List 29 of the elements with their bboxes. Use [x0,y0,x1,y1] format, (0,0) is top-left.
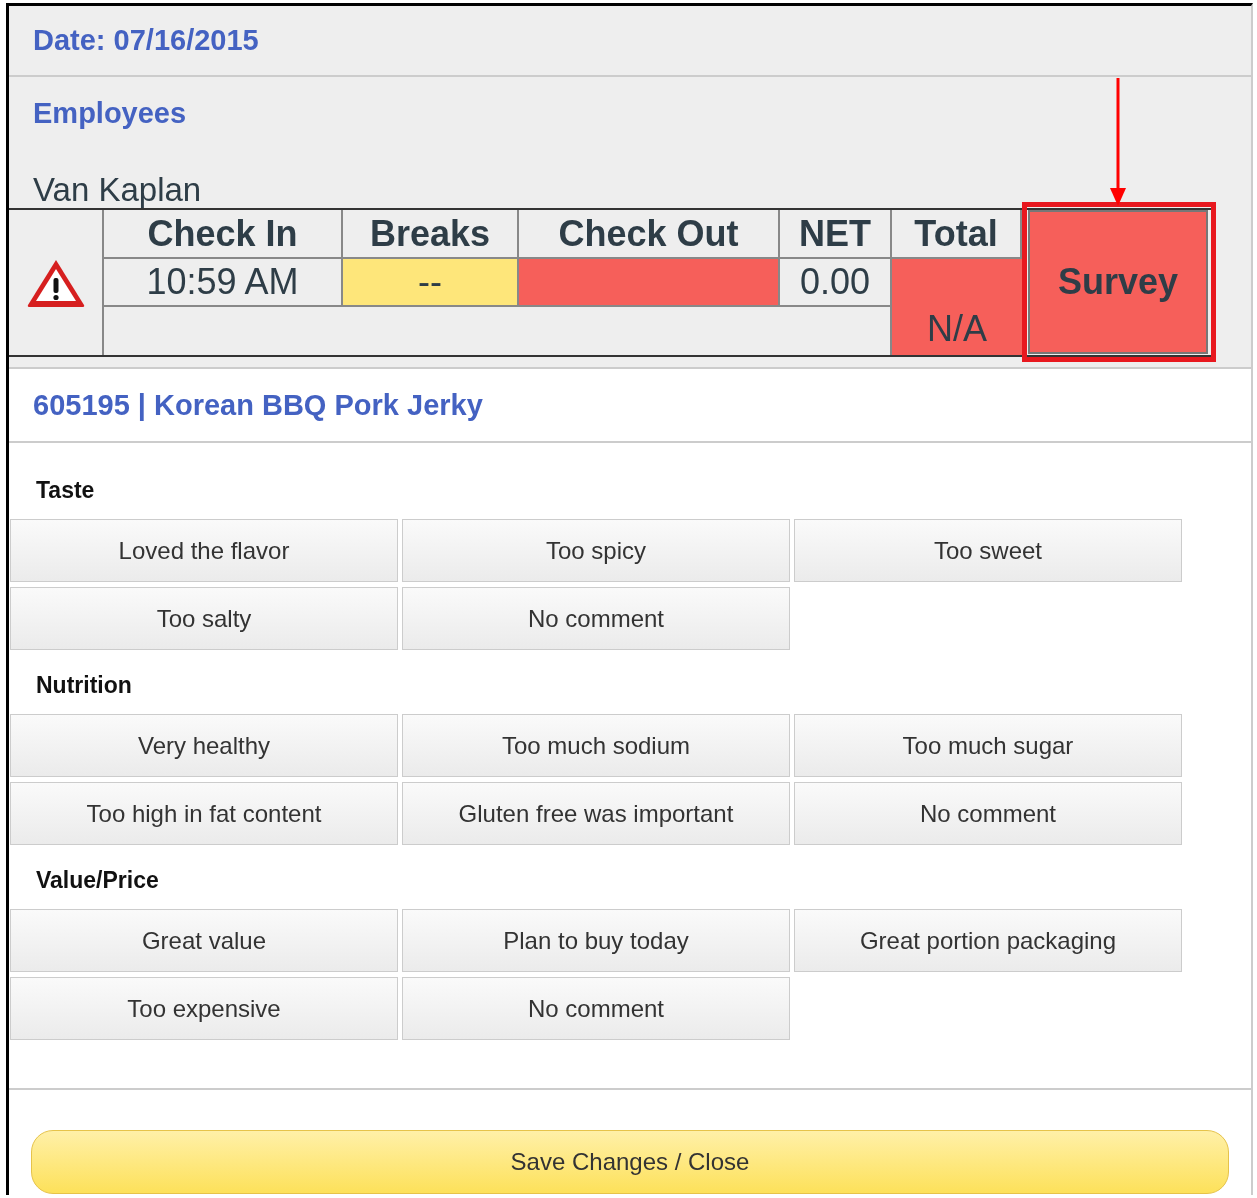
date-heading: Date: 07/16/2015 [33,24,259,57]
category-title: Taste [35,476,96,505]
option-button[interactable]: Plan to buy today [402,909,790,972]
option-button[interactable]: Too sweet [794,519,1182,582]
option-button[interactable]: Great value [10,909,398,972]
option-button[interactable]: Gluten free was important [402,782,790,845]
section-title: Employees [32,97,188,130]
option-button[interactable]: No comment [794,782,1182,845]
category-title: Nutrition [35,671,133,700]
option-button[interactable]: Too spicy [402,519,790,582]
option-button[interactable]: No comment [402,587,790,650]
option-button[interactable]: Too high in fat content [10,782,398,845]
column-header: NET [780,210,892,259]
option-button[interactable]: Too much sodium [402,714,790,777]
option-button[interactable]: Too expensive [10,977,398,1040]
time-cell: -- [343,259,519,307]
category-title: Value/Price [35,866,160,895]
option-button[interactable]: Great portion packaging [794,909,1182,972]
option-button[interactable]: Too much sugar [794,714,1182,777]
option-button[interactable]: No comment [402,977,790,1040]
survey-button[interactable]: Survey [1028,210,1208,354]
total-cell: N/A [892,259,1022,355]
option-button[interactable]: Loved the flavor [10,519,398,582]
option-button[interactable]: Very healthy [10,714,398,777]
employee-name: Van Kaplan [32,172,203,208]
option-button[interactable]: Too salty [10,587,398,650]
save-button[interactable]: Save Changes / Close [31,1130,1229,1194]
column-header: Check In [104,210,343,259]
product-title: 605195 | Korean BBQ Pork Jerky [9,369,1251,443]
